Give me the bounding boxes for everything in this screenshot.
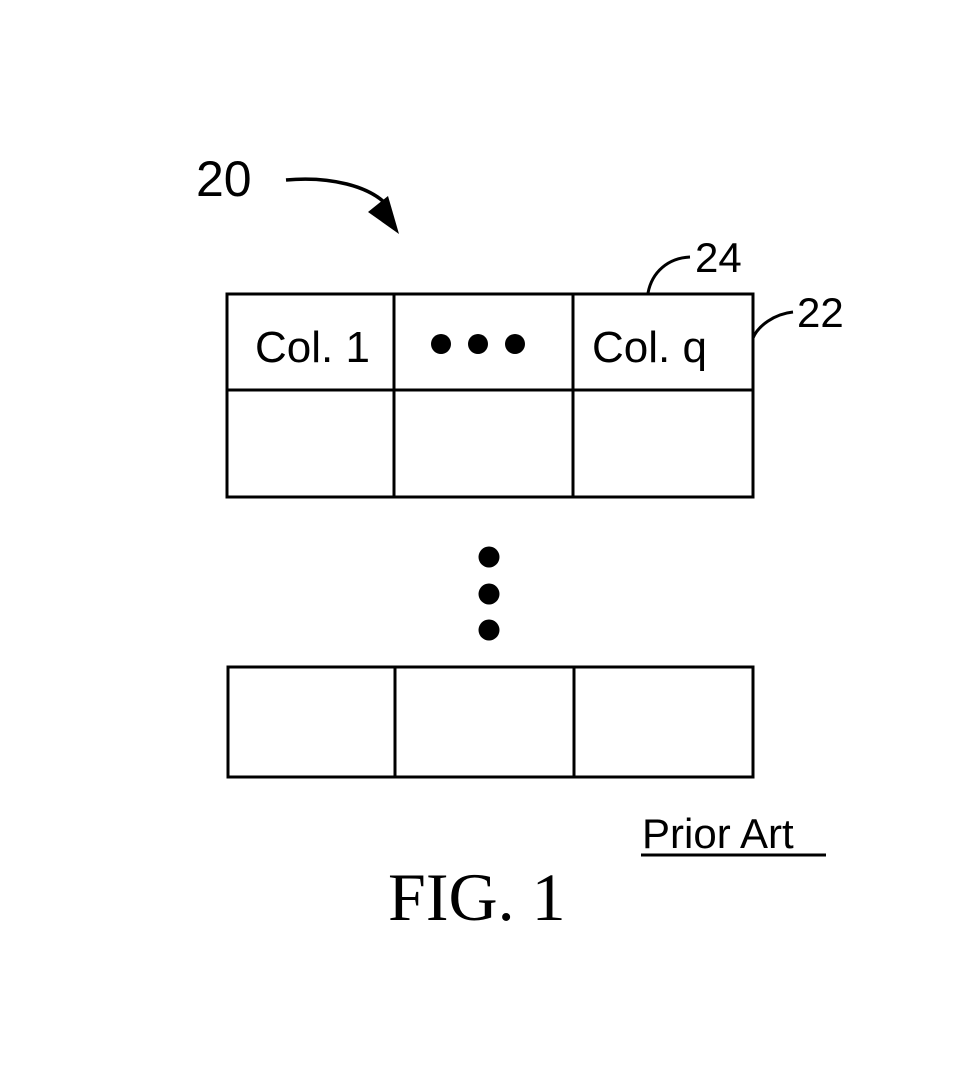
ref-leader-22 <box>751 310 794 339</box>
arrow-head-icon <box>368 196 399 234</box>
bottom-table <box>226 665 755 779</box>
dot-icon <box>478 546 500 568</box>
vertical-ellipsis-icon <box>478 546 500 641</box>
dot-icon <box>468 334 488 354</box>
dot-icon <box>431 334 451 354</box>
ref-arrow-20 <box>285 177 390 208</box>
ref-label-22: 22 <box>797 289 844 336</box>
prior-art-label: Prior Art <box>642 810 794 857</box>
dot-icon <box>505 334 525 354</box>
dot-icon <box>478 583 500 605</box>
ref-label-24: 24 <box>695 234 742 281</box>
dot-icon <box>478 619 500 641</box>
ref-label-20: 20 <box>196 151 252 207</box>
header-cell-ellipsis <box>431 334 525 354</box>
ref-leader-24 <box>646 255 691 294</box>
header-cell-col-q: Col. q <box>592 323 707 372</box>
header-cell-col-1: Col. 1 <box>255 323 370 372</box>
figure-title: FIG. 1 <box>388 859 566 935</box>
bottom-table-border <box>226 665 755 779</box>
figure-1-diagram: 20 24 22 Col. 1 Col. q Prior Art FIG. 1 <box>196 151 844 935</box>
